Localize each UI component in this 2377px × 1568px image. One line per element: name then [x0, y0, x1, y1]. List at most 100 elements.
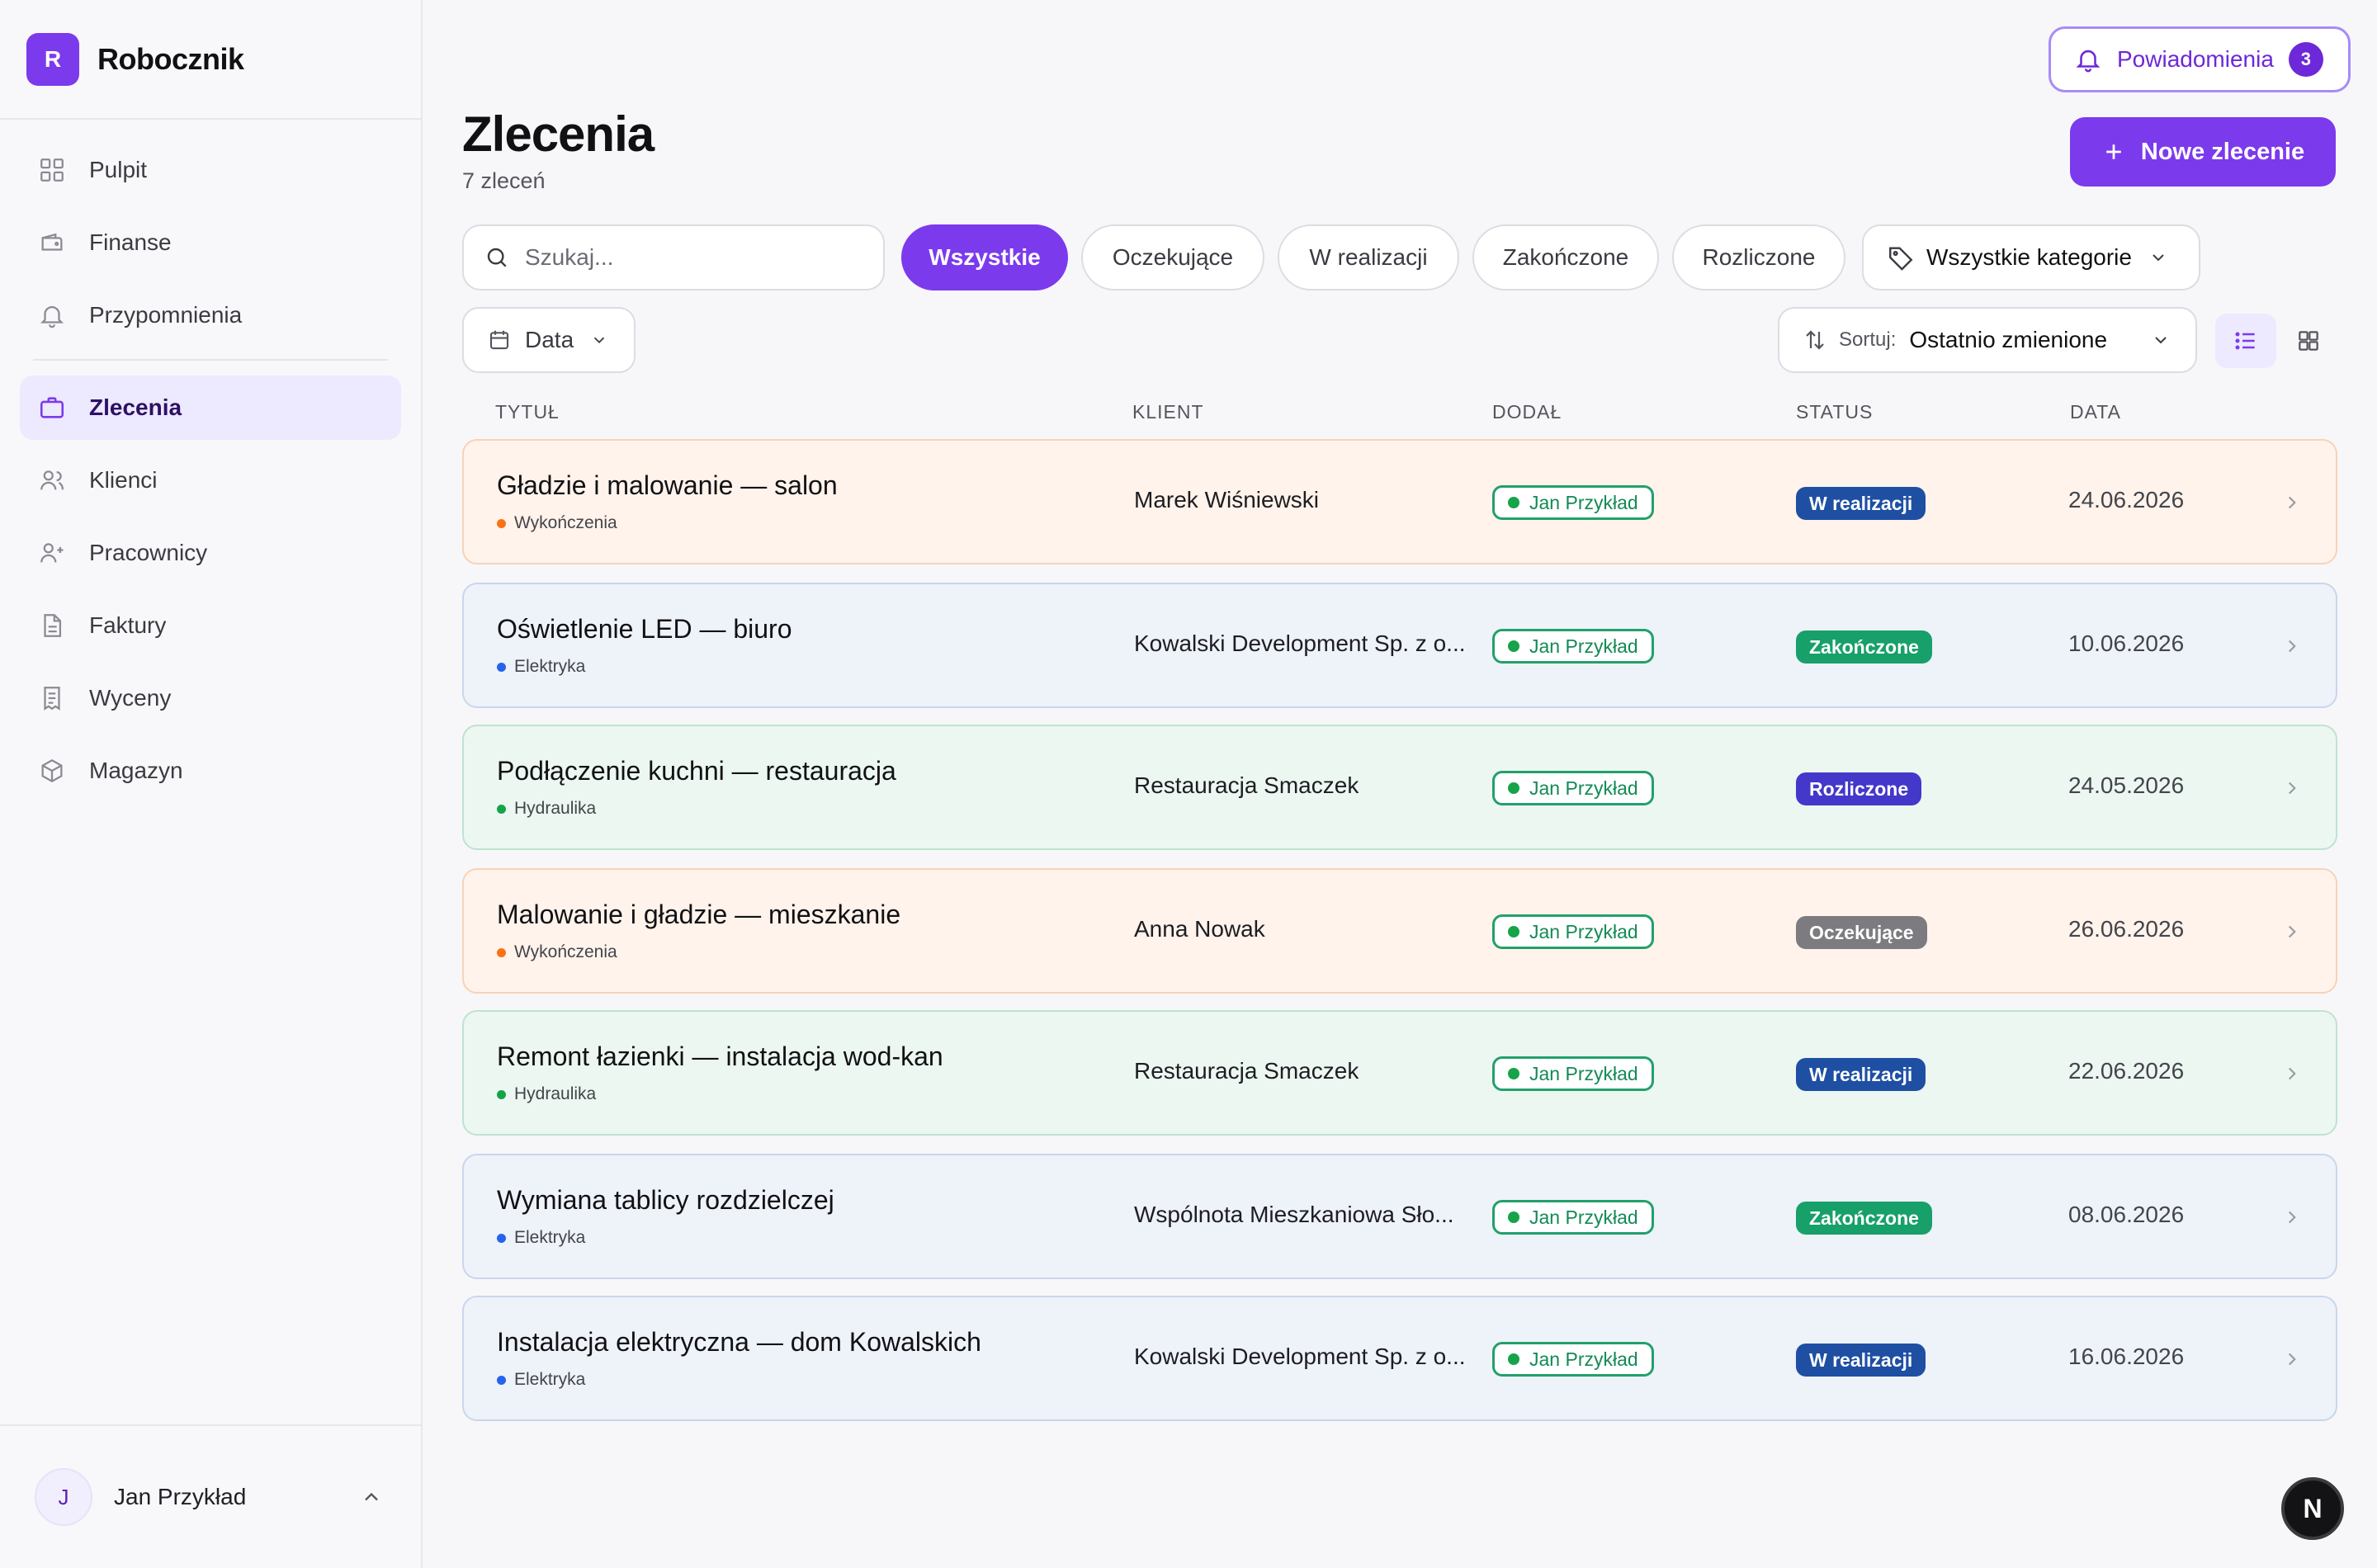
sidebar-item-magazyn[interactable]: Magazyn [20, 739, 401, 803]
date-filter-label: Data [525, 327, 574, 352]
row-category: Elektryka [497, 657, 585, 677]
row-client: Marek Wiśniewski [1134, 487, 1320, 512]
added-by-badge: Jan Przykład [1492, 1056, 1654, 1091]
user-menu[interactable]: J Jan Przykład [0, 1424, 421, 1568]
row-client: Anna Nowak [1134, 916, 1265, 942]
search-input[interactable] [525, 244, 855, 271]
chevron-right-icon [2288, 782, 2296, 795]
list-view-button[interactable] [2215, 314, 2276, 368]
category-select[interactable]: Wszystkie kategorie [1862, 224, 2200, 290]
table-row[interactable]: Remont łazienki — instalacja wod-kan Hyd… [462, 1010, 2337, 1136]
status-dot [1508, 497, 1519, 508]
chevron-right-icon [2288, 1353, 2296, 1366]
added-by-badge: Jan Przykład [1492, 1200, 1654, 1235]
sort-value: Ostatnio zmienione [1909, 327, 2108, 352]
sidebar-item-pracownicy[interactable]: Pracownicy [20, 521, 401, 585]
filter-pill-w-realizacji[interactable]: W realizacji [1278, 224, 1459, 290]
category-label: Wykończenia [514, 513, 617, 532]
brand[interactable]: R Robocznik [0, 0, 421, 120]
category-dot [497, 518, 506, 528]
row-category: Elektryka [497, 1370, 585, 1390]
row-title: Remont łazienki — instalacja wod-kan [497, 1041, 943, 1071]
table-row[interactable]: Instalacja elektryczna — dom Kowalskich … [462, 1296, 2337, 1421]
column-header-title[interactable]: TYTUŁ [495, 401, 560, 423]
category-select-value: Wszystkie kategorie [1926, 244, 2132, 270]
column-header-date[interactable]: DATA [2070, 401, 2121, 423]
new-order-label: Nowe zlecenie [2140, 138, 2305, 165]
chevron-down-icon [594, 337, 605, 344]
category-dot [497, 1233, 506, 1243]
added-by-badge: Jan Przykład [1492, 914, 1654, 949]
row-title: Instalacja elektryczna — dom Kowalskich [497, 1327, 981, 1357]
added-by-label: Jan Przykład [1529, 1206, 1638, 1228]
category-label: Elektryka [514, 1228, 586, 1247]
row-date: 16.06.2026 [2068, 1344, 2185, 1369]
file-icon [44, 614, 62, 637]
table-row[interactable]: Gładzie i malowanie — salon Wykończenia … [462, 439, 2337, 564]
status-dot [1508, 640, 1519, 652]
sidebar-nav: Pulpit Finanse Przypomnienia Zlecenia Kl… [0, 120, 421, 803]
new-order-button[interactable]: Nowe zlecenie [2070, 117, 2336, 187]
sidebar-item-przypomnienia[interactable]: Przypomnienia [20, 283, 401, 347]
category-dot [497, 1089, 506, 1099]
table-row[interactable]: Podłączenie kuchni — restauracja Hydraul… [462, 725, 2337, 850]
dev-tools-badge[interactable]: N [2281, 1477, 2344, 1540]
table-row[interactable]: Wymiana tablicy rozdzielczej Elektryka W… [462, 1154, 2337, 1279]
grid-view-button[interactable] [2278, 314, 2339, 368]
added-by-badge: Jan Przykład [1492, 485, 1654, 520]
filter-pill-oczekujace[interactable]: Oczekujące [1081, 224, 1264, 290]
added-by-label: Jan Przykład [1529, 1348, 1638, 1370]
status-badge: Zakończone [1796, 631, 1932, 664]
sidebar-item-finanse[interactable]: Finanse [20, 210, 401, 275]
category-dot [497, 662, 506, 672]
row-client: Restauracja Smaczek [1134, 1058, 1359, 1084]
page-title: Zlecenia [462, 106, 655, 162]
sidebar-item-pulpit[interactable]: Pulpit [20, 138, 401, 202]
column-header-status[interactable]: STATUS [1796, 401, 1873, 423]
row-date: 26.06.2026 [2068, 916, 2185, 942]
row-date: 24.05.2026 [2068, 772, 2185, 798]
filter-pill-rozliczone[interactable]: Rozliczone [1672, 224, 1845, 290]
sidebar-item-klienci[interactable]: Klienci [20, 448, 401, 512]
user-name: Jan Przykład [114, 1484, 247, 1509]
sidebar-item-wyceny[interactable]: Wyceny [20, 666, 401, 730]
search-box[interactable] [462, 224, 885, 290]
table-row[interactable]: Malowanie i gładzie — mieszkanie Wykończ… [462, 868, 2337, 994]
sidebar-item-label: Przypomnienia [89, 302, 243, 328]
row-date: 08.06.2026 [2068, 1202, 2185, 1227]
sidebar: R Robocznik Pulpit Finanse Przypomnienia… [0, 0, 423, 1568]
status-dot [1508, 1068, 1519, 1079]
sidebar-item-label: Pulpit [89, 157, 148, 182]
sort-icon [1806, 330, 1824, 350]
notifications-button[interactable]: Powiadomienia 3 [2049, 26, 2351, 92]
category-dot [497, 804, 506, 814]
status-dot [1508, 1211, 1519, 1223]
avatar: J [35, 1468, 92, 1526]
added-by-badge: Jan Przykład [1492, 771, 1654, 805]
chevron-down-icon [2155, 337, 2167, 344]
sidebar-item-label: Magazyn [89, 758, 183, 783]
category-dot [497, 1375, 506, 1385]
row-client: Kowalski Development Sp. z o... [1134, 1344, 1464, 1369]
row-client: Kowalski Development Sp. z o... [1134, 631, 1464, 656]
filter-pill-wszystkie[interactable]: Wszystkie [901, 224, 1068, 290]
status-badge: Rozliczone [1796, 772, 1922, 805]
category-label: Hydraulika [514, 1084, 597, 1103]
table-row[interactable]: Oświetlenie LED — biuro Elektryka Kowals… [462, 583, 2337, 708]
row-category: Elektryka [497, 1228, 585, 1248]
row-title: Wymiana tablicy rozdzielczej [497, 1185, 834, 1215]
sidebar-item-label: Klienci [89, 467, 158, 493]
sidebar-item-zlecenia[interactable]: Zlecenia [20, 375, 401, 440]
status-dot [1508, 1353, 1519, 1365]
column-header-added-by[interactable]: DODAŁ [1492, 401, 1562, 423]
column-header-client[interactable]: KLIENT [1132, 401, 1204, 423]
date-filter-button[interactable]: Data [462, 307, 636, 373]
sort-select[interactable]: Sortuj: Ostatnio zmienione [1778, 307, 2197, 373]
filter-pill-zakonczone[interactable]: Zakończone [1472, 224, 1659, 290]
briefcase-icon [40, 397, 64, 418]
chevron-up-icon[interactable] [360, 1485, 383, 1509]
notifications-label: Powiadomienia [2117, 46, 2274, 72]
sidebar-item-faktury[interactable]: Faktury [20, 593, 401, 658]
category-dot [497, 947, 506, 957]
added-by-label: Jan Przykład [1529, 491, 1638, 513]
